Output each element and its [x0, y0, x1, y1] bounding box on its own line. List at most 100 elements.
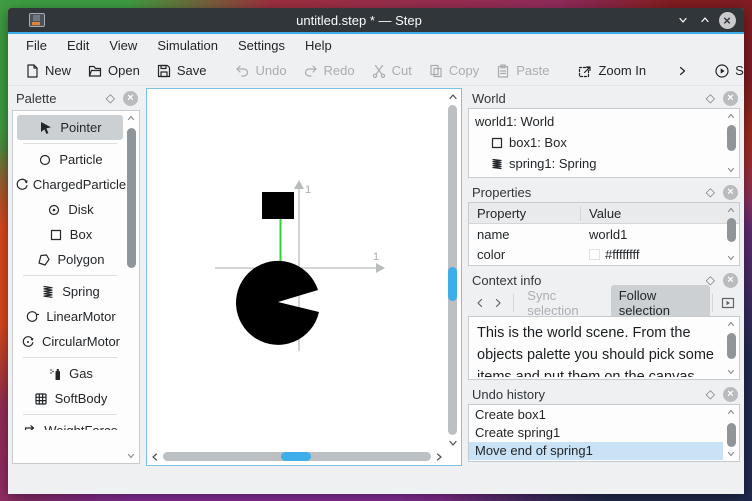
scroll-down-icon[interactable]: [725, 448, 737, 460]
palette-item-linearmotor[interactable]: LinearMotor: [15, 304, 125, 329]
box1-object[interactable]: [262, 192, 294, 219]
pointer-icon: [41, 121, 52, 134]
undo-history-panel: Undo history ◇ × Create box1 Create spri…: [466, 384, 742, 462]
close-panel-icon[interactable]: ×: [723, 272, 738, 288]
polygon-icon: [37, 253, 50, 266]
palette-item-pointer[interactable]: Pointer: [17, 115, 123, 140]
chevron-right-icon: [680, 66, 686, 75]
tree-item-world1[interactable]: world1: World: [475, 111, 723, 132]
scroll-right-icon[interactable]: [433, 451, 445, 463]
scroll-up-icon[interactable]: [725, 406, 737, 418]
palette-item-particle[interactable]: Particle: [15, 147, 125, 172]
scroll-up-icon[interactable]: [447, 91, 459, 103]
scroll-up-icon[interactable]: [725, 204, 737, 216]
palette-item-disk[interactable]: Disk: [15, 197, 125, 222]
paste-clipboard-icon: [498, 63, 509, 78]
close-panel-icon[interactable]: ×: [723, 90, 738, 106]
property-row-time[interactable]: time 0.0 s: [469, 264, 739, 265]
redo-button[interactable]: Redo: [295, 60, 363, 82]
world-scroll-thumb[interactable]: [726, 125, 736, 151]
palette-item-gas[interactable]: Gas: [15, 361, 125, 386]
context-info-panel: Context info ◇ × Sync selection Follow s…: [466, 270, 742, 380]
menu-view[interactable]: View: [99, 36, 147, 55]
canvas-vscroll-thumb[interactable]: [448, 266, 457, 301]
disk-icon: [49, 204, 60, 215]
scroll-down-icon[interactable]: [447, 437, 459, 449]
palette-item-polygon[interactable]: Polygon: [15, 247, 125, 272]
new-document-icon: [27, 63, 38, 78]
forward-button[interactable]: [490, 294, 506, 312]
scroll-up-icon[interactable]: [125, 112, 137, 124]
float-panel-icon[interactable]: ◇: [706, 91, 715, 105]
close-panel-icon[interactable]: ×: [723, 184, 738, 200]
menu-help[interactable]: Help: [295, 36, 342, 55]
simulate-play-icon: [715, 63, 729, 78]
spring-icon: [492, 158, 502, 169]
simulate-button[interactable]: Simulate: [706, 60, 744, 82]
undo-scroll-thumb[interactable]: [726, 423, 736, 447]
float-panel-icon[interactable]: ◇: [706, 185, 715, 199]
world-title: World: [472, 90, 506, 106]
scroll-left-icon[interactable]: [149, 451, 161, 463]
world-canvas[interactable]: 1 1: [146, 88, 462, 466]
tree-item-spring1[interactable]: spring1: Spring: [475, 153, 723, 174]
color-swatch: [589, 248, 600, 260]
menu-settings[interactable]: Settings: [228, 36, 295, 55]
properties-table-header: Property Value: [469, 203, 739, 224]
scroll-down-icon[interactable]: [125, 450, 137, 462]
undo-button[interactable]: Undo: [226, 60, 294, 82]
cut-button[interactable]: Cut: [363, 60, 420, 82]
run-tutorial-button[interactable]: [720, 294, 736, 312]
copy-button[interactable]: Copy: [420, 60, 487, 82]
main-content: Palette ◇ × Pointer Particle ChargedPart…: [10, 88, 742, 466]
palette-item-box[interactable]: Box: [15, 222, 125, 247]
column-value[interactable]: Value: [581, 206, 629, 221]
undo-item-move-end-of-spring1[interactable]: Move end of spring1: [469, 442, 723, 460]
properties-header: Properties ◇ ×: [466, 182, 742, 202]
tree-item-box1[interactable]: box1: Box: [475, 132, 723, 153]
palette-item-softbody[interactable]: SoftBody: [15, 386, 125, 411]
undo-item-create-box1[interactable]: Create box1: [469, 406, 723, 424]
close-panel-icon[interactable]: ×: [723, 386, 738, 402]
save-button[interactable]: Save: [148, 60, 215, 82]
float-panel-icon[interactable]: ◇: [706, 387, 715, 401]
circular-motor-icon: [22, 335, 34, 347]
palette-separator: [23, 414, 117, 415]
open-button[interactable]: Open: [79, 60, 148, 82]
close-panel-icon[interactable]: ×: [123, 90, 138, 106]
minimize-button[interactable]: [672, 11, 694, 29]
new-button[interactable]: New: [16, 60, 79, 82]
palette-item-chargedparticle[interactable]: ChargedParticle: [15, 172, 126, 197]
palette-item-spring[interactable]: Spring: [15, 279, 125, 304]
menu-edit[interactable]: Edit: [57, 36, 99, 55]
property-row-color[interactable]: color #ffffffff: [469, 244, 739, 264]
menu-file[interactable]: File: [16, 36, 57, 55]
scroll-down-icon[interactable]: [725, 366, 737, 378]
palette-item-weightforce[interactable]: WeightForce: [15, 418, 125, 430]
scroll-down-icon[interactable]: [725, 252, 737, 264]
maximize-button[interactable]: [694, 11, 716, 29]
toolbar-extension-button[interactable]: [668, 62, 696, 80]
scroll-up-icon[interactable]: [725, 110, 737, 122]
canvas-hscroll-thumb[interactable]: [280, 452, 311, 461]
palette-item-circularmotor[interactable]: CircularMotor: [15, 329, 125, 354]
float-panel-icon[interactable]: ◇: [106, 91, 115, 105]
back-button[interactable]: [472, 294, 488, 312]
palette-scroll-thumb[interactable]: [126, 128, 136, 268]
softbody-grid-icon: [35, 392, 47, 405]
disk-object[interactable]: [236, 260, 319, 345]
menu-simulation[interactable]: Simulation: [147, 36, 228, 55]
palette-separator: [23, 143, 117, 144]
scroll-up-icon[interactable]: [725, 318, 737, 330]
close-button[interactable]: ×: [716, 11, 738, 29]
scroll-down-icon[interactable]: [725, 164, 737, 176]
sync-selection-button[interactable]: Sync selection: [521, 288, 608, 318]
context-scroll-thumb[interactable]: [726, 333, 736, 359]
paste-button[interactable]: Paste: [487, 60, 557, 82]
undo-item-create-spring1[interactable]: Create spring1: [469, 424, 723, 442]
properties-scroll-thumb[interactable]: [726, 218, 736, 242]
weight-force-icon: [25, 424, 35, 430]
property-row-name[interactable]: name world1: [469, 224, 739, 244]
column-property[interactable]: Property: [469, 205, 581, 221]
zoom-in-button[interactable]: Zoom In: [569, 60, 654, 82]
